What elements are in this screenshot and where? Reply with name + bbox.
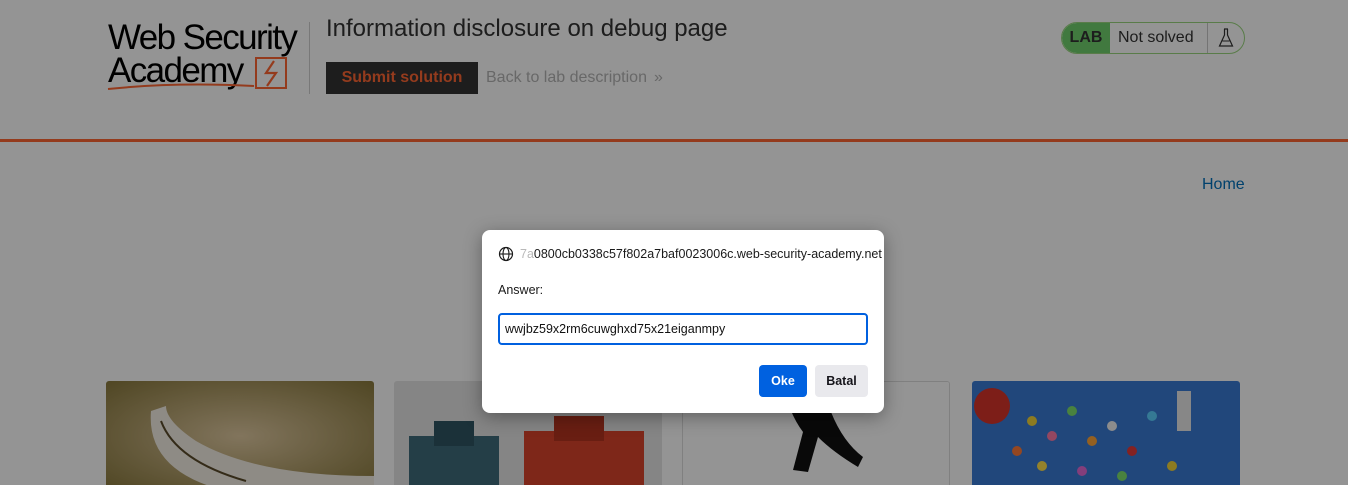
ok-button[interactable]: Oke <box>759 365 807 397</box>
cancel-button[interactable]: Batal <box>815 365 868 397</box>
prompt-dialog: 7a0800cb0338c57f802a7baf0023006c.web-sec… <box>482 230 884 413</box>
dialog-origin: 7a0800cb0338c57f802a7baf0023006c.web-sec… <box>498 246 882 262</box>
origin-hostname: 0800cb0338c57f802a7baf0023006c.web-secur… <box>533 247 882 261</box>
answer-input[interactable] <box>498 313 868 345</box>
origin-faded-prefix: 7a <box>520 247 534 261</box>
globe-icon <box>498 246 514 262</box>
answer-label: Answer: <box>498 283 544 297</box>
